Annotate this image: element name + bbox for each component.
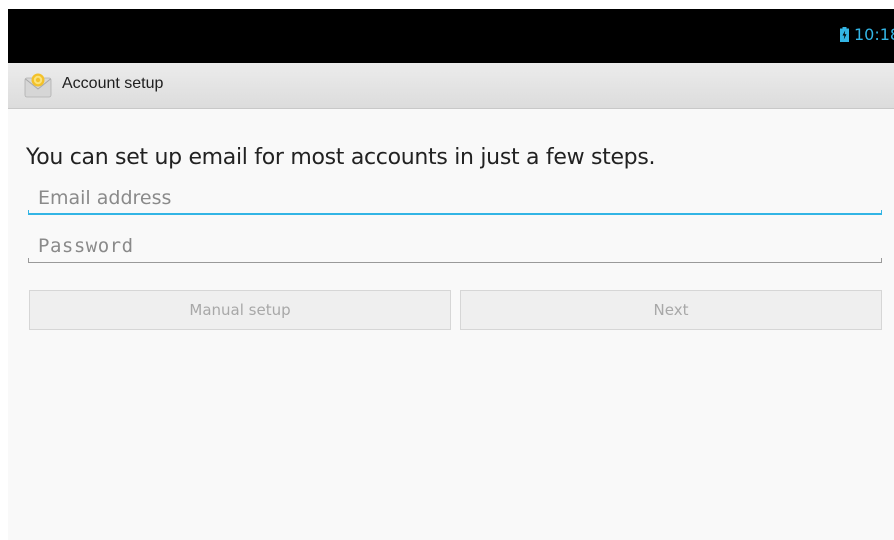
email-field-underline (28, 213, 882, 215)
battery-charging-icon (840, 27, 849, 42)
device-screen: 10:18 Account setup You can set up email… (8, 9, 894, 540)
manual-setup-button[interactable]: Manual setup (29, 290, 451, 330)
action-bar: Account setup (8, 63, 894, 109)
password-field-tick-right (881, 258, 882, 263)
password-field-underline (28, 262, 882, 263)
status-bar: 10:18 (8, 9, 894, 63)
page-title: Account setup (62, 75, 164, 92)
password-field-tick-left (28, 258, 29, 263)
email-field-tick-right (881, 210, 882, 215)
status-time: 10:18 (854, 25, 894, 44)
email-field-container (28, 181, 882, 215)
email-field[interactable] (28, 181, 882, 215)
setup-intro-text: You can set up email for most accounts i… (26, 145, 656, 170)
next-button[interactable]: Next (460, 290, 882, 330)
password-field[interactable] (28, 229, 882, 263)
email-field-tick-left (28, 210, 29, 215)
password-field-container (28, 229, 882, 263)
email-envelope-icon[interactable] (24, 72, 52, 100)
